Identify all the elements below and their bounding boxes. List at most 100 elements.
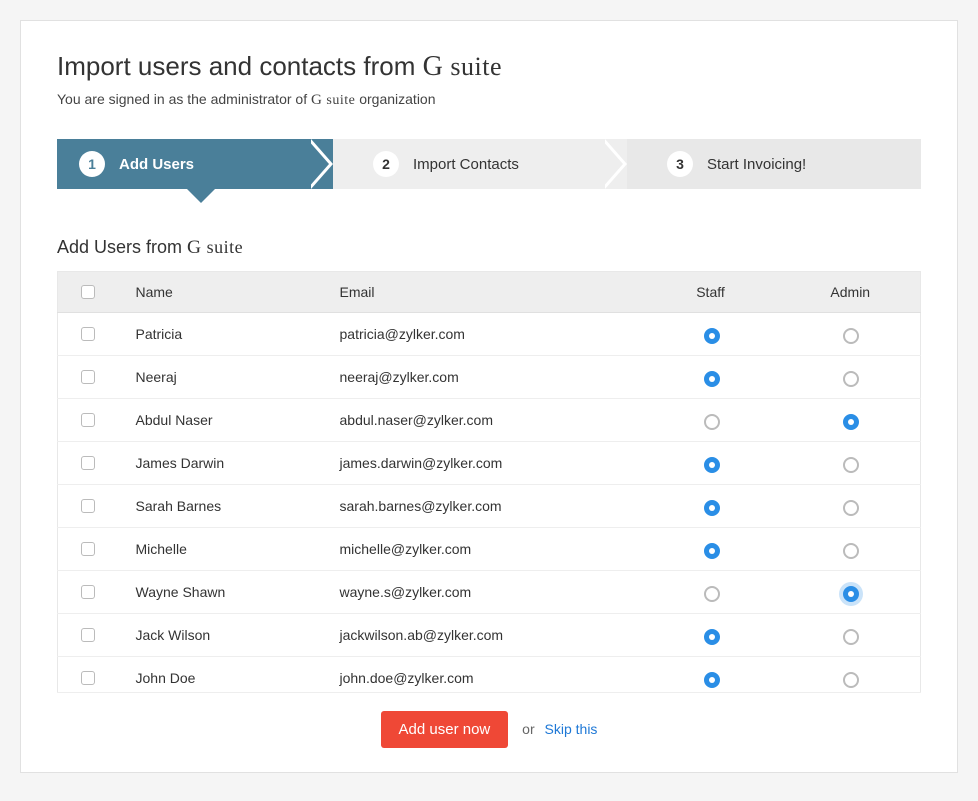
row-staff-cell xyxy=(641,356,781,399)
row-select-cell xyxy=(58,614,118,657)
row-admin-cell xyxy=(781,571,921,614)
step-import-contacts[interactable]: 2 Import Contacts xyxy=(333,139,627,189)
row-name: John Doe xyxy=(118,657,328,694)
footer-actions: Add user now or Skip this xyxy=(57,693,921,748)
table-row: John Doejohn.doe@zylker.com xyxy=(58,657,921,694)
row-email: neeraj@zylker.com xyxy=(328,356,641,399)
step-label: Start Invoicing! xyxy=(707,156,806,173)
row-name: Sarah Barnes xyxy=(118,485,328,528)
row-select-cell xyxy=(58,571,118,614)
select-all-checkbox[interactable] xyxy=(81,285,95,299)
row-select-checkbox[interactable] xyxy=(81,628,95,642)
step-number: 2 xyxy=(373,151,399,177)
row-select-checkbox[interactable] xyxy=(81,370,95,384)
col-admin-header: Admin xyxy=(781,272,921,313)
table-row: Michellemichelle@zylker.com xyxy=(58,528,921,571)
admin-radio[interactable] xyxy=(843,672,859,688)
row-staff-cell xyxy=(641,485,781,528)
staff-radio[interactable] xyxy=(704,586,720,602)
row-admin-cell xyxy=(781,485,921,528)
row-select-checkbox[interactable] xyxy=(81,542,95,556)
staff-radio[interactable] xyxy=(704,371,720,387)
table-row: Jack Wilsonjackwilson.ab@zylker.com xyxy=(58,614,921,657)
section-title-brand: G suite xyxy=(187,237,243,257)
title-prefix: Import users and contacts from xyxy=(57,51,423,81)
row-select-cell xyxy=(58,485,118,528)
step-add-users[interactable]: 1 Add Users xyxy=(57,139,333,189)
row-name: Abdul Naser xyxy=(118,399,328,442)
section-title-prefix: Add Users from xyxy=(57,237,187,257)
admin-radio[interactable] xyxy=(843,586,859,602)
page-subtitle: You are signed in as the administrator o… xyxy=(57,91,921,109)
admin-radio[interactable] xyxy=(843,457,859,473)
subtitle-suffix: organization xyxy=(355,91,435,107)
row-staff-cell xyxy=(641,571,781,614)
staff-radio[interactable] xyxy=(704,457,720,473)
row-admin-cell xyxy=(781,657,921,694)
row-email: michelle@zylker.com xyxy=(328,528,641,571)
admin-radio[interactable] xyxy=(843,414,859,430)
step-number: 1 xyxy=(79,151,105,177)
row-email: wayne.s@zylker.com xyxy=(328,571,641,614)
section-title: Add Users from G suite xyxy=(57,237,921,259)
col-name-header: Name xyxy=(118,272,328,313)
row-admin-cell xyxy=(781,356,921,399)
row-select-cell xyxy=(58,399,118,442)
row-select-cell xyxy=(58,356,118,399)
step-number: 3 xyxy=(667,151,693,177)
row-select-checkbox[interactable] xyxy=(81,585,95,599)
admin-radio[interactable] xyxy=(843,500,859,516)
users-table-wrap: Name Email Staff Admin Patriciapatricia@… xyxy=(57,271,921,693)
row-email: john.doe@zylker.com xyxy=(328,657,641,694)
table-row: Abdul Naserabdul.naser@zylker.com xyxy=(58,399,921,442)
table-row: Sarah Barnessarah.barnes@zylker.com xyxy=(58,485,921,528)
row-staff-cell xyxy=(641,614,781,657)
row-name: Jack Wilson xyxy=(118,614,328,657)
row-email: jackwilson.ab@zylker.com xyxy=(328,614,641,657)
table-header-row: Name Email Staff Admin xyxy=(58,272,921,313)
col-email-header: Email xyxy=(328,272,641,313)
row-admin-cell xyxy=(781,399,921,442)
step-label: Add Users xyxy=(119,156,194,173)
skip-this-link[interactable]: Skip this xyxy=(545,721,598,737)
import-card: Import users and contacts from G suite Y… xyxy=(20,20,958,773)
staff-radio[interactable] xyxy=(704,414,720,430)
admin-radio[interactable] xyxy=(843,328,859,344)
or-label: or xyxy=(522,721,534,737)
admin-radio[interactable] xyxy=(843,543,859,559)
staff-radio[interactable] xyxy=(704,543,720,559)
active-step-indicator-icon xyxy=(187,189,215,203)
row-name: James Darwin xyxy=(118,442,328,485)
row-select-checkbox[interactable] xyxy=(81,499,95,513)
staff-radio[interactable] xyxy=(704,500,720,516)
add-user-button[interactable]: Add user now xyxy=(381,711,509,748)
row-name: Wayne Shawn xyxy=(118,571,328,614)
row-select-checkbox[interactable] xyxy=(81,327,95,341)
stepper: 1 Add Users 2 Import Contacts 3 Start In… xyxy=(57,139,921,189)
admin-radio[interactable] xyxy=(843,629,859,645)
subtitle-brand: G suite xyxy=(311,93,355,108)
row-email: patricia@zylker.com xyxy=(328,313,641,356)
row-staff-cell xyxy=(641,313,781,356)
row-select-checkbox[interactable] xyxy=(81,671,95,685)
subtitle-prefix: You are signed in as the administrator o… xyxy=(57,91,311,107)
row-email: james.darwin@zylker.com xyxy=(328,442,641,485)
row-name: Neeraj xyxy=(118,356,328,399)
row-email: abdul.naser@zylker.com xyxy=(328,399,641,442)
step-start-invoicing[interactable]: 3 Start Invoicing! xyxy=(627,139,921,189)
admin-radio[interactable] xyxy=(843,371,859,387)
staff-radio[interactable] xyxy=(704,328,720,344)
staff-radio[interactable] xyxy=(704,672,720,688)
title-brand: G suite xyxy=(423,52,502,81)
table-row: Neerajneeraj@zylker.com xyxy=(58,356,921,399)
row-select-cell xyxy=(58,442,118,485)
row-select-checkbox[interactable] xyxy=(81,456,95,470)
staff-radio[interactable] xyxy=(704,629,720,645)
step-label: Import Contacts xyxy=(413,156,519,173)
row-select-checkbox[interactable] xyxy=(81,413,95,427)
row-admin-cell xyxy=(781,442,921,485)
select-all-header xyxy=(58,272,118,313)
row-staff-cell xyxy=(641,528,781,571)
table-row: Patriciapatricia@zylker.com xyxy=(58,313,921,356)
row-staff-cell xyxy=(641,442,781,485)
